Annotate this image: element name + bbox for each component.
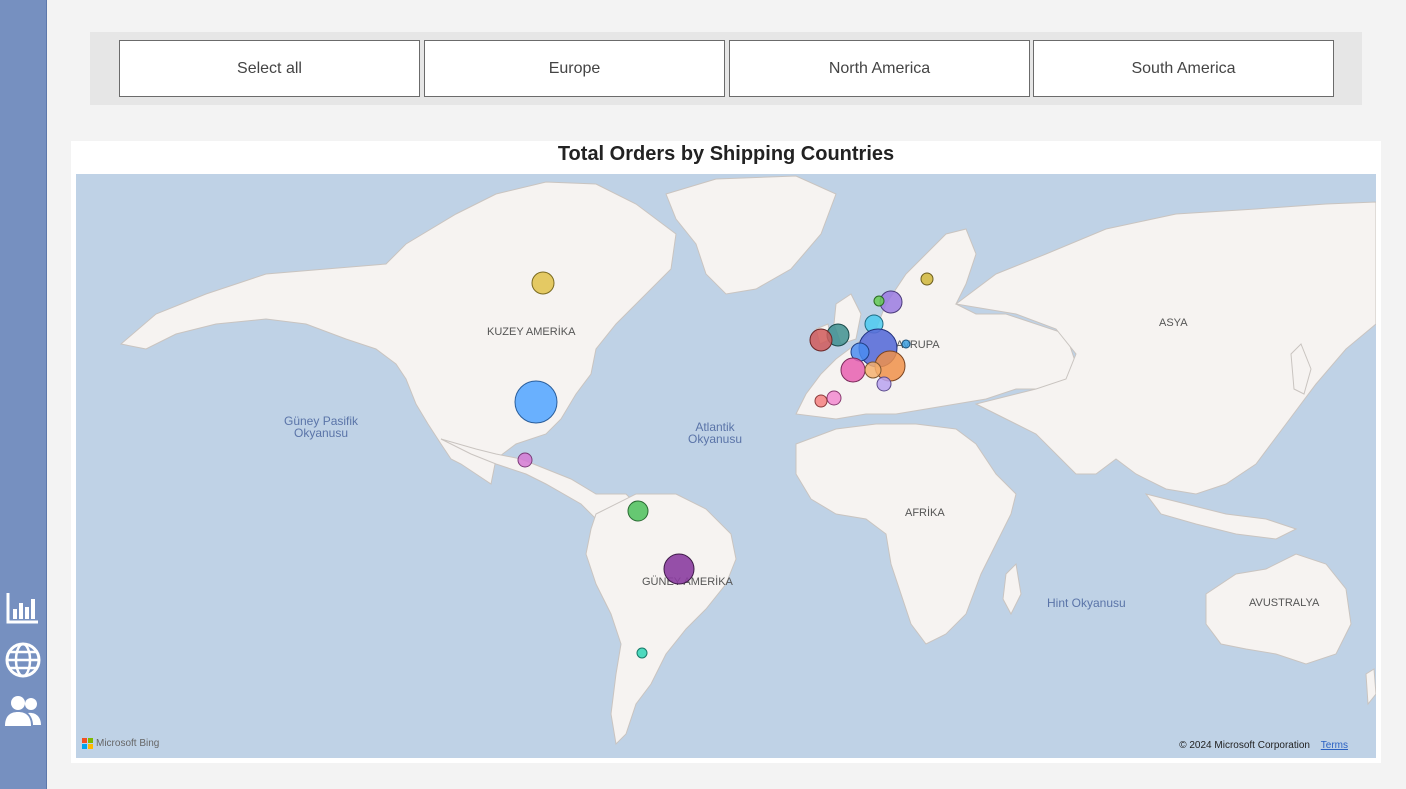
map-copyright: © 2024 Microsoft Corporation Terms bbox=[1179, 740, 1348, 751]
bubble-italy[interactable] bbox=[876, 376, 892, 392]
bubble-argentina[interactable] bbox=[636, 647, 648, 659]
bubble-switzerland[interactable] bbox=[864, 361, 882, 379]
microsoft-logo-icon bbox=[82, 738, 93, 749]
slicer-option-south-america[interactable]: South America bbox=[1033, 40, 1334, 97]
bar-chart-icon[interactable] bbox=[4, 589, 42, 627]
bubble-norway[interactable] bbox=[873, 295, 885, 307]
terms-link[interactable]: Terms bbox=[1321, 740, 1348, 751]
bubble-sweden[interactable] bbox=[920, 272, 934, 286]
globe-icon[interactable] bbox=[4, 641, 42, 679]
map-canvas[interactable]: KUZEY AMERİKA GÜNEY AMERİKA AVRUPA ASYA … bbox=[76, 174, 1376, 758]
bing-logo: Microsoft Bing bbox=[82, 738, 159, 749]
bubble-portugal[interactable] bbox=[814, 394, 828, 408]
bubble-usa[interactable] bbox=[514, 380, 558, 424]
bubble-brazil[interactable] bbox=[663, 553, 695, 585]
map-title: Total Orders by Shipping Countries bbox=[557, 143, 895, 165]
slicer-option-europe[interactable]: Europe bbox=[424, 40, 725, 97]
bubble-canada[interactable] bbox=[531, 271, 555, 295]
bubble-spain[interactable] bbox=[826, 390, 842, 406]
slicer-option-select-all[interactable]: Select all bbox=[119, 40, 420, 97]
bubble-france[interactable] bbox=[840, 357, 866, 383]
bubble-layer bbox=[514, 271, 934, 659]
bubble-mexico[interactable] bbox=[517, 452, 533, 468]
copyright-text: © 2024 Microsoft Corporation bbox=[1179, 740, 1310, 751]
region-slicer: Select all Europe North America South Am… bbox=[90, 32, 1362, 105]
sidebar-nav bbox=[0, 0, 47, 789]
bubble-poland[interactable] bbox=[901, 339, 911, 349]
bing-attribution: Microsoft Bing bbox=[96, 738, 160, 749]
users-icon[interactable] bbox=[4, 692, 42, 730]
map-visual: Total Orders by Shipping Countries KUZEY… bbox=[71, 141, 1381, 763]
bubble-venezuela[interactable] bbox=[627, 500, 649, 522]
bubble-uk[interactable] bbox=[809, 328, 833, 352]
slicer-option-north-america[interactable]: North America bbox=[729, 40, 1030, 97]
